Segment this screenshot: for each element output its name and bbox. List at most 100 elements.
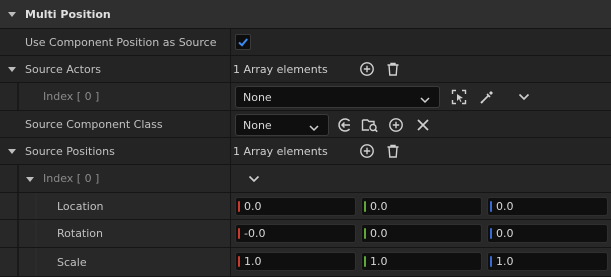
source-positions-count: 1 Array elements	[233, 144, 328, 158]
source-actors-count: 1 Array elements	[233, 62, 328, 76]
trash-icon	[387, 62, 399, 76]
column-divider[interactable]	[230, 220, 231, 247]
browse-asset-button[interactable]	[361, 116, 379, 134]
tree-guide	[17, 165, 19, 192]
x-axis-indicator	[238, 228, 240, 239]
y-axis-indicator	[364, 256, 366, 267]
source-actor-dropdown[interactable]: None	[235, 86, 440, 108]
tree-guide	[17, 193, 19, 219]
source-actor-value: None	[243, 90, 272, 104]
source-actors-label: Source Actors	[25, 62, 101, 76]
z-axis-indicator	[490, 228, 492, 239]
column-divider[interactable]	[230, 138, 231, 164]
column-divider[interactable]	[230, 111, 231, 137]
z-axis-indicator	[490, 256, 492, 267]
location-y-value: 0.0	[370, 200, 388, 213]
tree-guide	[17, 248, 19, 276]
scale-y-field[interactable]: 1.0	[361, 252, 482, 271]
column-divider[interactable]	[230, 56, 231, 82]
plus-circle-icon	[389, 118, 403, 132]
source-positions-index-label: Index [ 0 ]	[43, 172, 100, 185]
collapse-chevron-icon[interactable]	[26, 176, 34, 182]
source-actors-index-label: Index [ 0 ]	[43, 90, 100, 103]
plus-circle-icon	[360, 144, 374, 158]
eyedropper-icon	[480, 91, 493, 104]
rotation-x-field[interactable]: -0.0	[235, 224, 356, 243]
checkmark-icon	[238, 38, 248, 47]
dropdown-chevron-icon	[309, 122, 319, 135]
row-use-component-position: Use Component Position as Source	[0, 29, 611, 56]
row-location: Location 0.0 0.0 0.0	[0, 193, 611, 220]
column-divider[interactable]	[230, 165, 231, 192]
location-y-field[interactable]: 0.0	[361, 197, 482, 216]
location-z-value: 0.0	[496, 200, 514, 213]
column-divider[interactable]	[230, 29, 231, 55]
browse-folder-icon	[361, 119, 378, 133]
y-axis-indicator	[364, 228, 366, 239]
tree-guide	[17, 220, 19, 247]
plus-circle-icon	[360, 62, 374, 76]
scale-label: Scale	[57, 255, 87, 269]
x-axis-indicator	[238, 201, 240, 212]
source-positions-label: Source Positions	[25, 144, 115, 158]
rotation-x-value: -0.0	[244, 227, 266, 240]
clear-array-button[interactable]	[384, 142, 402, 160]
row-source-component-class: Source Component Class None	[0, 111, 611, 138]
x-axis-indicator	[238, 256, 240, 267]
tree-guide	[35, 248, 37, 276]
collapse-chevron-icon[interactable]	[8, 12, 16, 17]
expand-chevron-icon[interactable]	[8, 67, 16, 72]
location-x-field[interactable]: 0.0	[235, 197, 356, 216]
row-source-positions-index-0[interactable]: Index [ 0 ]	[0, 165, 611, 193]
row-source-actors[interactable]: Source Actors 1 Array elements	[0, 56, 611, 83]
more-options-button[interactable]	[515, 88, 533, 106]
location-x-value: 0.0	[244, 200, 262, 213]
add-element-button[interactable]	[358, 60, 376, 78]
scale-x-field[interactable]: 1.0	[235, 252, 356, 271]
rotation-y-field[interactable]: 0.0	[361, 224, 482, 243]
section-header-multi-position[interactable]: Multi Position	[0, 0, 611, 29]
source-component-class-dropdown[interactable]: None	[235, 114, 329, 136]
close-icon	[417, 119, 429, 131]
more-options-button[interactable]	[245, 170, 263, 188]
use-component-position-checkbox[interactable]	[235, 34, 251, 50]
add-element-button[interactable]	[358, 142, 376, 160]
tree-guide	[35, 220, 37, 247]
rotation-y-value: 0.0	[370, 227, 388, 240]
arrow-left-circle-icon	[338, 118, 351, 132]
clear-array-button[interactable]	[384, 60, 402, 78]
row-rotation: Rotation -0.0 0.0 0.0	[0, 220, 611, 248]
location-z-field[interactable]: 0.0	[487, 197, 608, 216]
source-component-class-value: None	[243, 118, 272, 132]
use-selected-asset-button[interactable]	[336, 116, 354, 134]
row-source-positions[interactable]: Source Positions 1 Array elements	[0, 138, 611, 165]
clear-button[interactable]	[414, 116, 432, 134]
rotation-label: Rotation	[57, 227, 104, 240]
row-scale: Scale 1.0 1.0 1.0	[0, 248, 611, 277]
trash-icon	[387, 144, 399, 158]
chevron-down-icon	[518, 93, 530, 101]
select-actor-in-viewport-button[interactable]	[450, 88, 468, 106]
scale-z-field[interactable]: 1.0	[487, 252, 608, 271]
create-new-button[interactable]	[387, 116, 405, 134]
tree-guide	[35, 193, 37, 219]
select-in-viewport-icon	[451, 89, 467, 105]
chevron-down-icon	[248, 175, 260, 183]
section-title: Multi Position	[25, 7, 111, 21]
use-component-position-label: Use Component Position as Source	[25, 35, 217, 49]
column-divider[interactable]	[230, 193, 231, 219]
scale-x-value: 1.0	[244, 255, 262, 268]
rotation-z-field[interactable]: 0.0	[487, 224, 608, 243]
expand-chevron-icon[interactable]	[8, 149, 16, 154]
column-divider[interactable]	[230, 248, 231, 276]
source-component-class-label: Source Component Class	[25, 117, 163, 131]
rotation-z-value: 0.0	[496, 227, 514, 240]
dropdown-chevron-icon	[420, 94, 430, 107]
row-source-actors-index-0: Index [ 0 ] None	[0, 83, 611, 111]
scale-z-value: 1.0	[496, 255, 514, 268]
pick-actor-eyedropper-button[interactable]	[478, 88, 496, 106]
scale-y-value: 1.0	[370, 255, 388, 268]
column-divider[interactable]	[230, 83, 231, 110]
tree-guide	[17, 83, 19, 110]
z-axis-indicator	[490, 201, 492, 212]
